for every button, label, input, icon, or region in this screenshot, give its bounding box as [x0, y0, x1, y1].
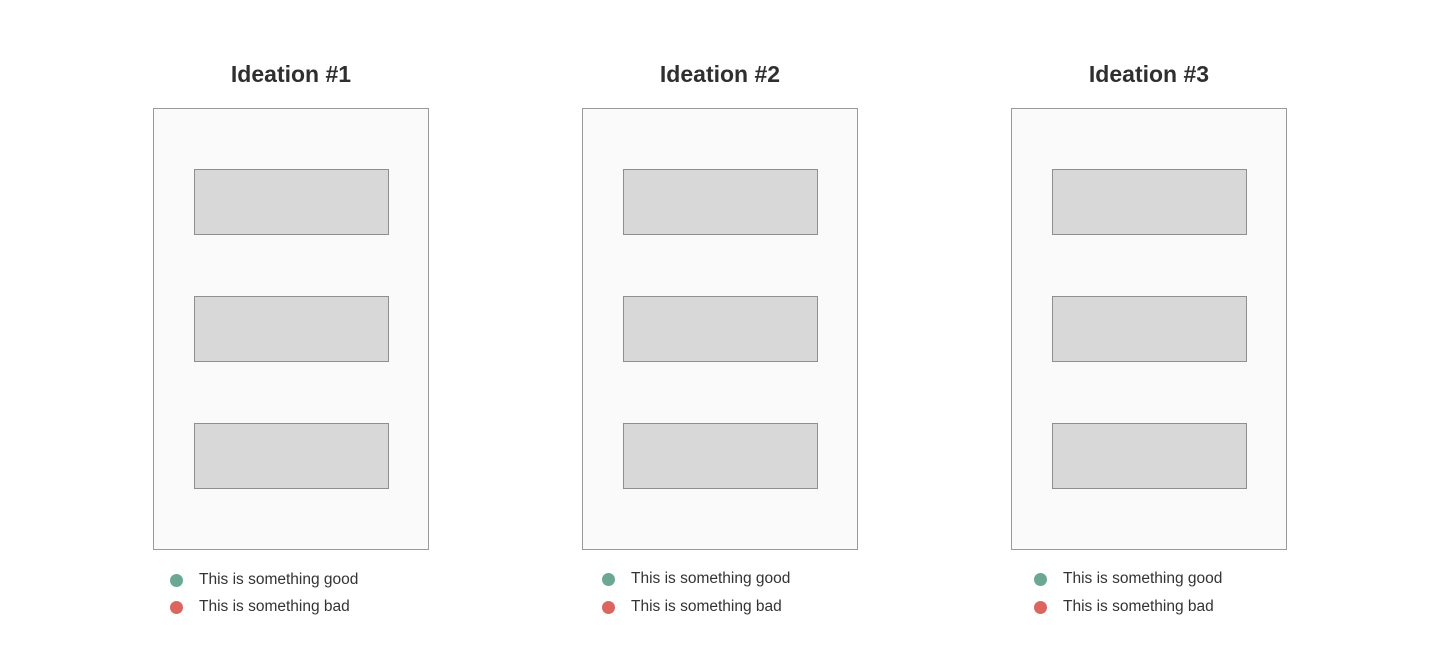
placeholder-block: [1052, 296, 1247, 362]
legend-item-bad: This is something bad: [602, 596, 782, 618]
legend-bad-label: This is something bad: [631, 598, 782, 615]
legend-good-label: This is something good: [1063, 570, 1223, 587]
bad-indicator-dot: [602, 600, 615, 614]
legend-item-good: This is something good: [170, 569, 358, 591]
legend-item-bad: This is something bad: [1034, 596, 1214, 618]
legend-bad-label: This is something bad: [199, 598, 350, 615]
placeholder-block: [623, 296, 818, 362]
ideation-title: Ideation #1: [230, 61, 352, 87]
placeholder-block: [623, 423, 818, 489]
legend-bad-label: This is something bad: [1063, 598, 1214, 615]
placeholder-block: [194, 296, 389, 362]
placeholder-block: [194, 423, 389, 489]
legend-item-good: This is something good: [602, 568, 790, 590]
legend-good-label: This is something good: [199, 571, 359, 588]
placeholder-block: [623, 169, 818, 235]
wireframe-frame: [1011, 108, 1287, 550]
placeholder-block: [1052, 169, 1247, 235]
wireframe-frame: [153, 108, 429, 550]
ideation-title: Ideation #2: [659, 61, 781, 87]
legend-good-label: This is something good: [631, 570, 791, 587]
good-indicator-dot: [170, 573, 183, 587]
ideation-title: Ideation #3: [1088, 61, 1210, 87]
placeholder-block: [194, 169, 389, 235]
good-indicator-dot: [602, 572, 615, 586]
wireframe-frame: [582, 108, 858, 550]
legend-item-bad: This is something bad: [170, 596, 350, 618]
legend-item-good: This is something good: [1034, 568, 1222, 590]
bad-indicator-dot: [170, 600, 183, 614]
bad-indicator-dot: [1034, 600, 1047, 614]
good-indicator-dot: [1034, 572, 1047, 586]
placeholder-block: [1052, 423, 1247, 489]
